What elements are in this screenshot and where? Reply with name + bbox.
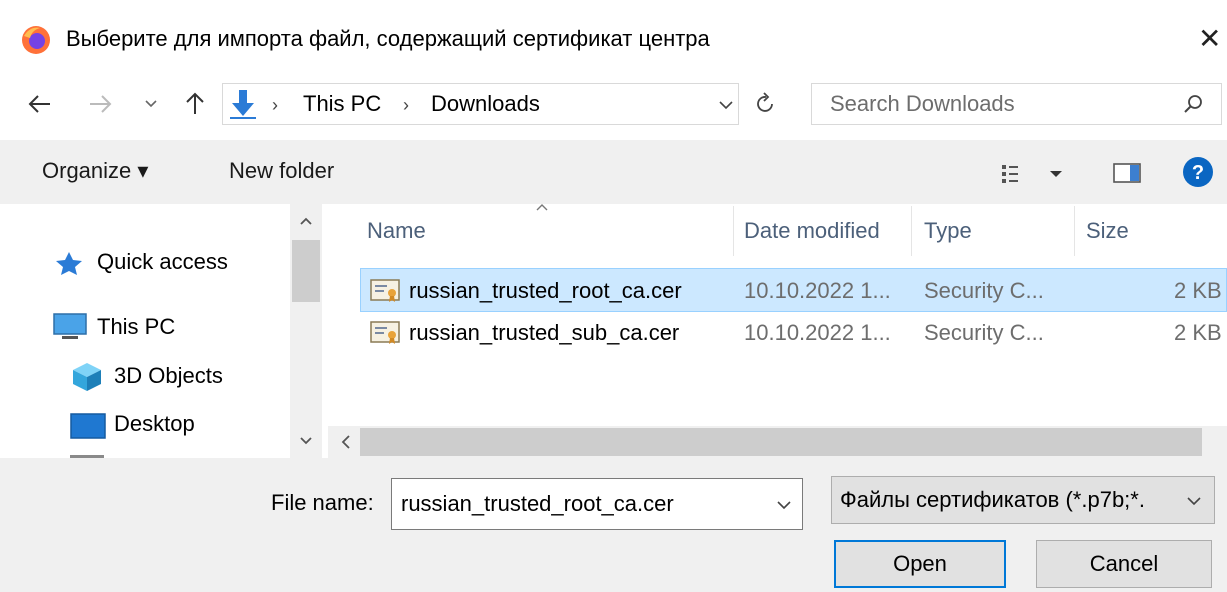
file-name-input[interactable]: russian_trusted_root_ca.cer bbox=[391, 478, 803, 530]
certificate-file-icon bbox=[370, 321, 400, 344]
column-header-type[interactable]: Type bbox=[924, 218, 972, 244]
view-options-icon[interactable] bbox=[1000, 162, 1070, 184]
file-size: 2 KB bbox=[1174, 320, 1222, 345]
address-dropdown-chevron-icon[interactable] bbox=[718, 99, 734, 111]
organize-button[interactable]: Organize ▾ bbox=[42, 158, 148, 184]
help-icon[interactable]: ? bbox=[1182, 156, 1214, 188]
nav-scrollbar[interactable] bbox=[290, 204, 322, 458]
desktop-icon bbox=[70, 413, 106, 439]
file-type: Security C... bbox=[924, 278, 1044, 303]
star-icon bbox=[56, 252, 82, 275]
forward-arrow-icon[interactable] bbox=[88, 92, 114, 116]
breadcrumb-downloads[interactable]: Downloads bbox=[431, 91, 540, 117]
nav-item-quick-access[interactable]: Quick access bbox=[97, 249, 228, 275]
scroll-down-icon[interactable] bbox=[299, 436, 313, 446]
breadcrumb-separator: › bbox=[403, 95, 409, 115]
title-bar: Выберите для импорта файл, содержащий се… bbox=[0, 0, 1227, 80]
file-size: 2 KB bbox=[1174, 278, 1222, 303]
search-input[interactable]: Search Downloads bbox=[811, 83, 1222, 125]
computer-icon bbox=[53, 313, 87, 339]
horizontal-scroll-thumb[interactable] bbox=[360, 428, 1202, 456]
firefox-icon bbox=[22, 26, 50, 54]
chevron-down-icon[interactable] bbox=[1186, 495, 1202, 507]
column-divider[interactable] bbox=[1074, 206, 1075, 256]
up-arrow-icon[interactable] bbox=[183, 90, 207, 116]
column-header-name[interactable]: Name bbox=[367, 218, 426, 244]
file-type: Security C... bbox=[924, 320, 1044, 345]
open-button[interactable]: Open bbox=[834, 540, 1006, 588]
recent-locations-chevron-icon[interactable] bbox=[144, 98, 158, 110]
chevron-down-icon[interactable] bbox=[776, 499, 792, 511]
file-date-modified: 10.10.2022 1... bbox=[744, 320, 891, 345]
nav-item-desktop[interactable]: Desktop bbox=[114, 411, 195, 437]
file-name-label: File name: bbox=[271, 490, 374, 515]
back-arrow-icon[interactable] bbox=[26, 92, 52, 116]
file-name[interactable]: russian_trusted_sub_ca.cer bbox=[409, 320, 679, 346]
column-header-size[interactable]: Size bbox=[1086, 218, 1129, 244]
scroll-left-icon[interactable] bbox=[340, 434, 352, 450]
breadcrumb-this-pc[interactable]: This PC bbox=[303, 91, 381, 117]
search-icon[interactable] bbox=[1182, 93, 1204, 115]
sort-ascending-icon bbox=[536, 204, 548, 211]
column-divider[interactable] bbox=[733, 206, 734, 256]
column-header-date-modified[interactable]: Date modified bbox=[744, 218, 880, 244]
search-placeholder: Search Downloads bbox=[830, 91, 1015, 116]
new-folder-button[interactable]: New folder bbox=[229, 158, 334, 184]
cancel-button[interactable]: Cancel bbox=[1036, 540, 1212, 588]
file-date-modified: 10.10.2022 1... bbox=[744, 278, 891, 303]
command-bar: Organize ▾ New folder ? bbox=[0, 140, 1227, 204]
svg-text:?: ? bbox=[1192, 162, 1204, 184]
cube-icon bbox=[73, 363, 101, 391]
preview-pane-icon[interactable] bbox=[1112, 161, 1142, 185]
nav-scroll-thumb[interactable] bbox=[292, 240, 320, 302]
dialog-title: Выберите для импорта файл, содержащий се… bbox=[66, 26, 710, 51]
download-arrow-icon bbox=[230, 90, 256, 119]
refresh-icon[interactable] bbox=[754, 92, 778, 116]
file-type-select[interactable]: Файлы сертификатов (*.p7b;*. bbox=[831, 476, 1215, 524]
column-divider[interactable] bbox=[911, 206, 912, 256]
file-name-value: russian_trusted_root_ca.cer bbox=[401, 491, 674, 516]
file-name[interactable]: russian_trusted_root_ca.cer bbox=[409, 278, 682, 304]
file-type-value: Файлы сертификатов (*.p7b;*. bbox=[840, 487, 1145, 512]
close-icon[interactable]: ✕ bbox=[1198, 22, 1221, 55]
nav-item-3d-objects[interactable]: 3D Objects bbox=[114, 363, 223, 389]
scroll-up-icon[interactable] bbox=[299, 216, 313, 226]
breadcrumb-separator: › bbox=[272, 95, 278, 115]
certificate-file-icon bbox=[370, 279, 400, 302]
nav-item-this-pc[interactable]: This PC bbox=[97, 314, 175, 340]
